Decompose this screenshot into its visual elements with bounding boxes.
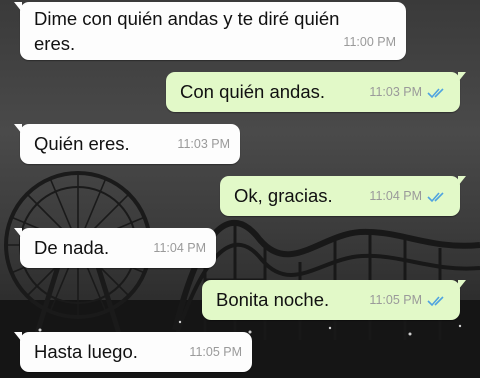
chat-thread: Dime con quién andas y te diré quién ere…	[0, 0, 480, 378]
message-bubble-incoming[interactable]: De nada. 11:04 PM	[14, 228, 216, 268]
message-text-line2: eres.	[34, 33, 76, 54]
message-bubble-incoming[interactable]: Hasta luego. 11:05 PM	[14, 332, 252, 372]
message-bubble-outgoing[interactable]: Ok, gracias. 11:04 PM	[220, 176, 466, 216]
double-check-icon	[427, 191, 444, 202]
double-check-icon	[427, 295, 444, 306]
message-text: Ok, gracias.	[234, 185, 333, 206]
message-bubble-incoming[interactable]: Quién eres. 11:03 PM	[14, 124, 240, 164]
message-text: Con quién andas.	[180, 81, 326, 102]
message-timestamp: 11:05 PM	[369, 293, 422, 307]
message-text: Quién eres.	[34, 133, 130, 154]
message-timestamp: 11:00 PM	[343, 35, 396, 49]
message-text: Hasta luego.	[34, 341, 138, 362]
message-text: Bonita noche.	[216, 289, 330, 310]
message-timestamp: 11:03 PM	[369, 85, 422, 99]
message-bubble-outgoing[interactable]: Bonita noche. 11:05 PM	[202, 280, 466, 320]
message-timestamp: 11:04 PM	[153, 241, 206, 255]
message-timestamp: 11:05 PM	[189, 345, 242, 359]
message-timestamp: 11:04 PM	[369, 189, 422, 203]
message-text: Dime con quién andas y te diré quién	[34, 8, 340, 29]
double-check-icon	[427, 87, 444, 98]
message-text: De nada.	[34, 237, 110, 258]
message-bubble-outgoing[interactable]: Con quién andas. 11:03 PM	[166, 72, 466, 112]
message-timestamp: 11:03 PM	[177, 137, 230, 151]
message-bubble-incoming[interactable]: Dime con quién andas y te diré quién ere…	[14, 2, 406, 60]
